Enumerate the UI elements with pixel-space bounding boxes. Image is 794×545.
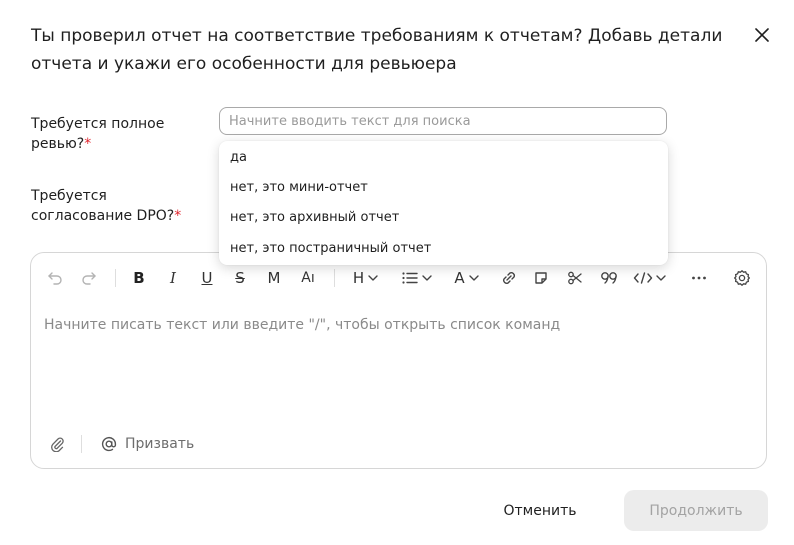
underline-icon: U — [201, 269, 213, 287]
cut-button[interactable] — [565, 267, 585, 289]
review-details-dialog: Ты проверил отчет на соответствие требов… — [0, 0, 794, 545]
dropdown-option-archive-report[interactable]: нет, это архивный отчет — [219, 203, 668, 233]
mention-label: Призвать — [125, 436, 195, 452]
settings-icon — [734, 270, 750, 286]
required-mark: * — [174, 208, 182, 224]
close-icon — [755, 28, 769, 42]
italic-button[interactable]: I — [163, 267, 183, 289]
required-mark: * — [84, 136, 92, 152]
mention-button[interactable]: Призвать — [101, 433, 194, 455]
bold-button[interactable]: B — [129, 267, 149, 289]
toolbar-separator — [334, 269, 335, 287]
toolbar-separator — [115, 269, 116, 287]
toolbar-separator — [81, 435, 82, 453]
code-button[interactable] — [631, 267, 669, 289]
more-button[interactable] — [688, 267, 710, 289]
at-sign-icon — [101, 436, 117, 452]
full-review-label: Требуется полное ревью?* — [31, 114, 201, 154]
editor-placeholder[interactable]: Начните писать текст или введите "/", чт… — [44, 317, 560, 333]
full-review-label-text: Требуется полное ревью? — [31, 116, 165, 152]
dpo-approval-label-text: Требуется согласование DPO? — [31, 188, 175, 224]
quote-button[interactable] — [598, 267, 620, 289]
note-icon — [535, 272, 547, 284]
heading-button[interactable]: H — [349, 267, 383, 289]
link-button[interactable] — [499, 267, 519, 289]
chevron-down-icon — [422, 275, 432, 281]
clear-format-button[interactable]: Aı — [297, 267, 319, 289]
dropdown-option-mini-report[interactable]: нет, это мини-отчет — [219, 173, 668, 203]
italic-icon: I — [170, 269, 176, 287]
list-icon — [402, 272, 418, 284]
full-review-dropdown: да нет, это мини-отчет нет, это архивный… — [219, 141, 668, 265]
strikethrough-button[interactable]: S — [230, 267, 250, 289]
heading-icon: H — [352, 269, 365, 287]
more-icon — [692, 276, 706, 280]
undo-icon — [48, 272, 62, 285]
note-button[interactable] — [531, 267, 551, 289]
chevron-down-icon — [468, 275, 479, 281]
text-color-icon: A — [454, 269, 465, 287]
attach-button[interactable] — [47, 433, 67, 455]
dropdown-option-page-report[interactable]: нет, это постраничный отчет — [219, 234, 668, 264]
link-icon — [503, 272, 515, 284]
monospace-button[interactable]: M — [264, 267, 284, 289]
redo-button[interactable] — [79, 267, 99, 289]
redo-icon — [82, 272, 96, 285]
quote-icon — [601, 272, 617, 284]
chevron-down-icon — [656, 275, 666, 281]
settings-button[interactable] — [731, 267, 753, 289]
continue-button[interactable]: Продолжить — [624, 490, 768, 531]
monospace-icon: M — [267, 269, 281, 287]
dialog-title: Ты проверил отчет на соответствие требов… — [31, 26, 723, 74]
rich-text-editor: B I U S M Aı H A Начните писать текст ил… — [30, 252, 767, 469]
code-icon — [633, 272, 653, 284]
clear-format-icon: Aı — [301, 270, 315, 286]
paperclip-icon — [51, 437, 64, 452]
close-button[interactable] — [751, 24, 773, 46]
full-review-search-input[interactable] — [219, 107, 667, 135]
text-color-button[interactable]: A — [450, 267, 484, 289]
list-button[interactable] — [399, 267, 435, 289]
underline-button[interactable]: U — [197, 267, 217, 289]
dpo-approval-label: Требуется согласование DPO?* — [31, 186, 203, 226]
strikethrough-icon: S — [235, 269, 245, 287]
cut-icon — [568, 271, 582, 285]
undo-button[interactable] — [45, 267, 65, 289]
dropdown-option-yes[interactable]: да — [219, 143, 668, 173]
cancel-button[interactable]: Отменить — [490, 491, 590, 531]
chevron-down-icon — [368, 275, 378, 281]
bold-icon: B — [133, 269, 145, 287]
